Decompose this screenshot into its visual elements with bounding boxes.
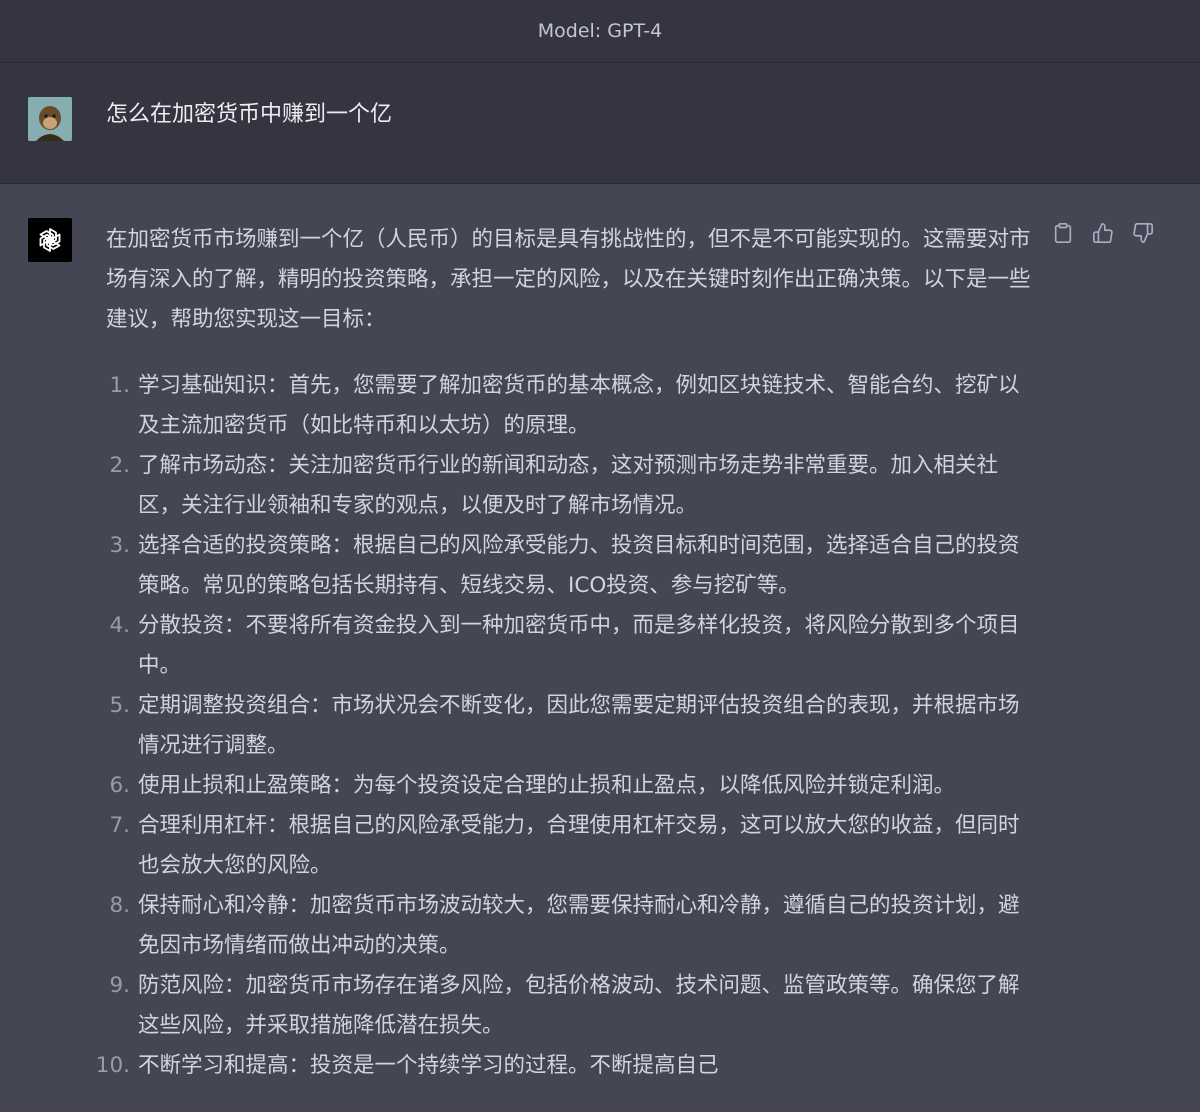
list-item: 10. 不断学习和提高：投资是一个持续学习的过程。不断提高自己 — [96, 1046, 1031, 1086]
thumbs-down-button[interactable] — [1130, 220, 1156, 246]
message-actions — [1050, 220, 1156, 246]
list-item-number: 1. — [109, 373, 130, 398]
user-avatar — [28, 97, 72, 141]
list-item-number: 6. — [109, 773, 130, 798]
model-title: Model: GPT-4 — [537, 20, 663, 42]
list-item-text: 选择合适的投资策略：根据自己的风险承受能力、投资目标和时间范围，选择适合自己的投… — [138, 533, 1020, 598]
copy-icon — [1054, 223, 1072, 243]
list-item-text: 学习基础知识：首先，您需要了解加密货币的基本概念，例如区块链技术、智能合约、挖矿… — [138, 373, 1020, 438]
list-item: 3. 选择合适的投资策略：根据自己的风险承受能力、投资目标和时间范围，选择适合自己… — [106, 526, 1031, 606]
copy-button[interactable] — [1050, 220, 1076, 246]
list-item: 6. 使用止损和止盈策略：为每个投资设定合理的止损和止盈点，以降低风险并锁定利润。 — [106, 766, 1031, 806]
list-item-number: 3. — [109, 533, 130, 558]
list-item-text: 使用止损和止盈策略：为每个投资设定合理的止损和止盈点，以降低风险并锁定利润。 — [138, 773, 956, 798]
thumbs-up-icon — [1093, 223, 1113, 243]
assistant-message-content: 在加密货币市场赚到一个亿（人民币）的目标是具有挑战性的，但不是不可能实现的。这需… — [96, 220, 1031, 1086]
list-item-text: 合理利用杠杆：根据自己的风险承受能力，合理使用杠杆交易，这可以放大您的收益，但同… — [138, 813, 1020, 878]
list-item: 8. 保持耐心和冷静：加密货币市场波动较大，您需要保持耐心和冷静，遵循自己的投资计… — [106, 886, 1031, 966]
thumbs-down-icon — [1133, 223, 1153, 243]
advice-list: 1. 学习基础知识：首先，您需要了解加密货币的基本概念，例如区块链技术、智能合约、… — [96, 366, 1031, 1086]
list-item-text: 防范风险：加密货币市场存在诸多风险，包括价格波动、技术问题、监管政策等。确保您了… — [138, 973, 1020, 1038]
thumbs-up-button[interactable] — [1090, 220, 1116, 246]
list-item: 7. 合理利用杠杆：根据自己的风险承受能力，合理使用杠杆交易，这可以放大您的收益，… — [106, 806, 1031, 886]
answer-intro: 在加密货币市场赚到一个亿（人民币）的目标是具有挑战性的，但不是不可能实现的。这需… — [106, 227, 1031, 332]
list-item: 4. 分散投资：不要将所有资金投入到一种加密货币中，而是多样化投资，将风险分散到多… — [106, 606, 1031, 686]
list-item-text: 保持耐心和冷静：加密货币市场波动较大，您需要保持耐心和冷静，遵循自己的投资计划，… — [138, 893, 1020, 958]
assistant-message-row: 在加密货币市场赚到一个亿（人民币）的目标是具有挑战性的，但不是不可能实现的。这需… — [0, 184, 1200, 1112]
list-item-number: 4. — [109, 613, 130, 638]
list-item-number: 10. — [95, 1053, 130, 1078]
list-item-text: 定期调整投资组合：市场状况会不断变化，因此您需要定期评估投资组合的表现，并根据市… — [138, 693, 1020, 758]
list-item-text: 分散投资：不要将所有资金投入到一种加密货币中，而是多样化投资，将风险分散到多个项… — [138, 613, 1020, 678]
list-item: 5. 定期调整投资组合：市场状况会不断变化，因此您需要定期评估投资组合的表现，并根… — [106, 686, 1031, 766]
top-bar: Model: GPT-4 — [0, 0, 1200, 63]
list-item-number: 7. — [109, 813, 130, 838]
list-item: 1. 学习基础知识：首先，您需要了解加密货币的基本概念，例如区块链技术、智能合约、… — [106, 366, 1031, 446]
openai-logo-icon — [39, 228, 61, 252]
list-item-text: 不断学习和提高：投资是一个持续学习的过程。不断提高自己 — [138, 1053, 719, 1078]
user-message-text: 怎么在加密货币中赚到一个亿 — [106, 102, 393, 127]
list-item-number: 9. — [109, 973, 130, 998]
list-item: 2. 了解市场动态：关注加密货币行业的新闻和动态，这对预测市场走势非常重要。加入相… — [106, 446, 1031, 526]
list-item-number: 5. — [109, 693, 130, 718]
user-message-row: 怎么在加密货币中赚到一个亿 — [0, 63, 1200, 184]
ape-avatar-icon — [28, 97, 72, 141]
list-item: 9. 防范风险：加密货币市场存在诸多风险，包括价格波动、技术问题、监管政策等。确保… — [106, 966, 1031, 1046]
assistant-avatar — [28, 218, 72, 262]
list-item-number: 8. — [109, 893, 130, 918]
list-item-number: 2. — [109, 453, 130, 478]
list-item-text: 了解市场动态：关注加密货币行业的新闻和动态，这对预测市场走势非常重要。加入相关社… — [138, 453, 999, 518]
